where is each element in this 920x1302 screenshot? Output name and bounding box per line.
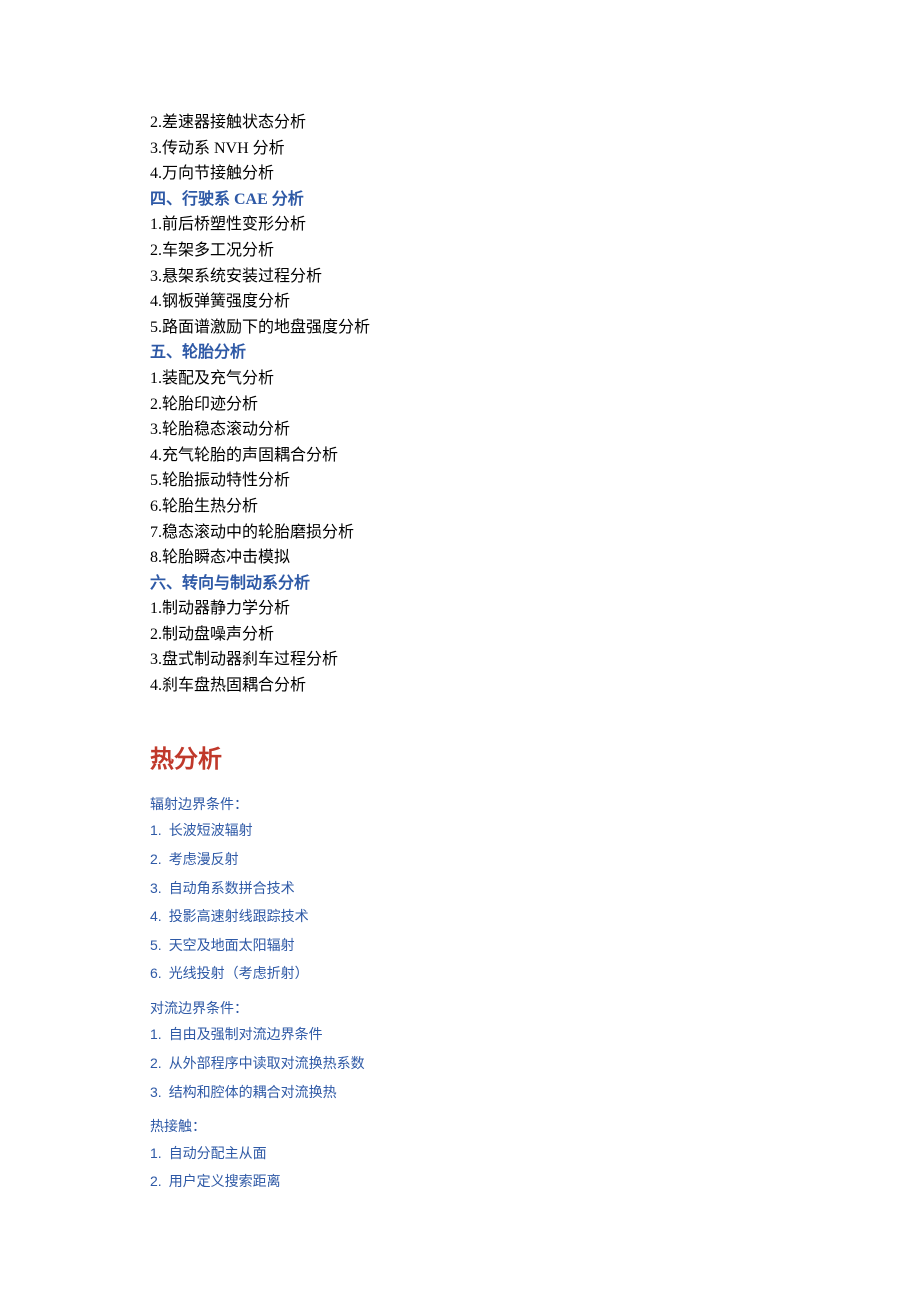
list-item: 1. 自动分配主从面 [150, 1140, 920, 1169]
list-item: 5. 天空及地面太阳辐射 [150, 932, 920, 961]
thermal-group-convection: 对流边界条件： 1. 自由及强制对流边界条件 2. 从外部程序中读取对流换热系数… [150, 999, 920, 1107]
list-item-text: 天空及地面太阳辐射 [169, 939, 295, 954]
list-item: 2.车架多工况分析 [150, 238, 920, 264]
list-item-text: 从外部程序中读取对流换热系数 [169, 1057, 365, 1072]
list-item-text: 考虑漫反射 [169, 853, 239, 868]
list-item: 2.制动盘噪声分析 [150, 622, 920, 648]
list-item: 5.路面谱激励下的地盘强度分析 [150, 315, 920, 341]
list-item: 6.轮胎生热分析 [150, 494, 920, 520]
list-item-text: 用户定义搜索距离 [169, 1175, 281, 1190]
section-6-heading: 六、转向与制动系分析 [150, 571, 920, 597]
list-item: 6. 光线投射（考虑折射） [150, 960, 920, 989]
list-item: 7.稳态滚动中的轮胎磨损分析 [150, 520, 920, 546]
list-item: 3.传动系 NVH 分析 [150, 136, 920, 162]
thermal-group-label: 辐射边界条件： [150, 795, 920, 817]
thermal-group-contact: 热接触： 1. 自动分配主从面 2. 用户定义搜索距离 [150, 1117, 920, 1197]
list-item: 2.轮胎印迹分析 [150, 392, 920, 418]
list-item: 1.前后桥塑性变形分析 [150, 212, 920, 238]
list-item: 3.轮胎稳态滚动分析 [150, 417, 920, 443]
section-5-heading: 五、轮胎分析 [150, 340, 920, 366]
list-item: 3.悬架系统安装过程分析 [150, 264, 920, 290]
list-item: 2. 从外部程序中读取对流换热系数 [150, 1050, 920, 1079]
list-item: 5.轮胎振动特性分析 [150, 468, 920, 494]
list-item-text: 长波短波辐射 [169, 824, 253, 839]
thermal-group-radiation: 辐射边界条件： 1. 长波短波辐射 2. 考虑漫反射 3. 自动角系数拼合技术 … [150, 795, 920, 989]
list-item: 3. 自动角系数拼合技术 [150, 875, 920, 904]
list-item: 4.充气轮胎的声固耦合分析 [150, 443, 920, 469]
list-item-text: 自由及强制对流边界条件 [169, 1028, 323, 1043]
list-item-text: 投影高速射线跟踪技术 [169, 910, 309, 925]
list-item: 4. 投影高速射线跟踪技术 [150, 903, 920, 932]
list-item-text: 自动分配主从面 [169, 1147, 267, 1162]
section-4-heading: 四、行驶系 CAE 分析 [150, 187, 920, 213]
list-item: 2.差速器接触状态分析 [150, 110, 920, 136]
list-item: 3.盘式制动器刹车过程分析 [150, 647, 920, 673]
list-item: 1.制动器静力学分析 [150, 596, 920, 622]
list-item: 4.万向节接触分析 [150, 161, 920, 187]
thermal-group-label: 对流边界条件： [150, 999, 920, 1021]
body-text: 2.差速器接触状态分析 3.传动系 NVH 分析 4.万向节接触分析 四、行驶系… [150, 110, 920, 1197]
list-item: 1. 长波短波辐射 [150, 817, 920, 846]
thermal-group-label: 热接触： [150, 1117, 920, 1139]
list-item: 8.轮胎瞬态冲击模拟 [150, 545, 920, 571]
list-item: 1. 自由及强制对流边界条件 [150, 1021, 920, 1050]
list-item-text: 结构和腔体的耦合对流换热 [169, 1086, 337, 1101]
list-item-text: 光线投射（考虑折射） [169, 967, 309, 982]
list-item: 2. 考虑漫反射 [150, 846, 920, 875]
list-item: 1.装配及充气分析 [150, 366, 920, 392]
list-item: 3. 结构和腔体的耦合对流换热 [150, 1079, 920, 1108]
list-item-text: 自动角系数拼合技术 [169, 882, 295, 897]
thermal-heading: 热分析 [150, 741, 920, 779]
list-item: 4.刹车盘热固耦合分析 [150, 673, 920, 699]
list-item: 4.钢板弹簧强度分析 [150, 289, 920, 315]
list-item: 2. 用户定义搜索距离 [150, 1168, 920, 1197]
